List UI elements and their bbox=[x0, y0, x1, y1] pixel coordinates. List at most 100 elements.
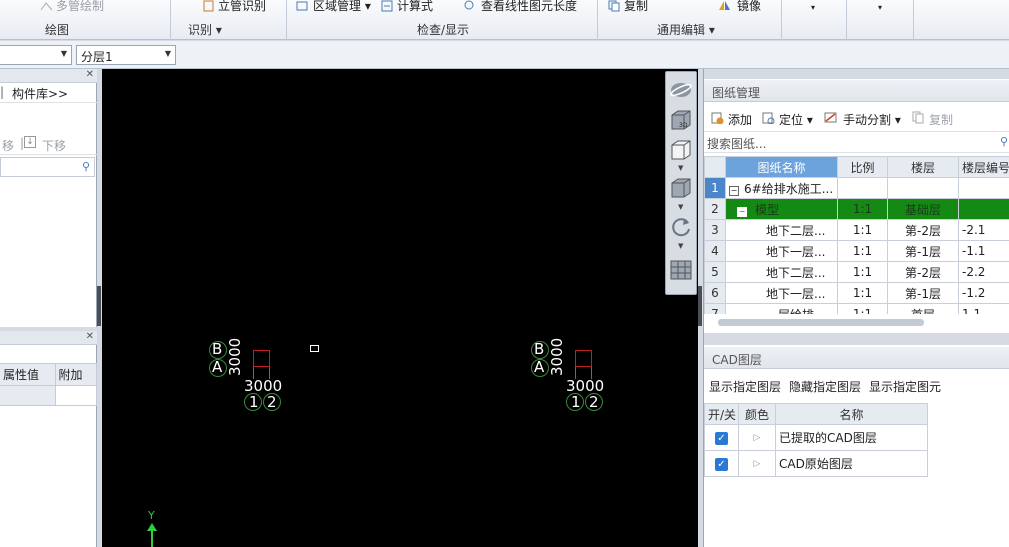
view-dropdown-icon[interactable]: ▼ bbox=[678, 164, 683, 172]
splitter-handle[interactable] bbox=[97, 286, 101, 326]
group-general-edit-dropdown[interactable]: 通用编辑 ▾ bbox=[657, 21, 715, 38]
layer-visible-checkbox[interactable]: ✓ bbox=[715, 432, 728, 445]
col-name: 名称 bbox=[775, 403, 928, 425]
left-search-input[interactable]: ⚲ bbox=[0, 157, 95, 177]
drawing-table-container: 图纸名称 比例 楼层 楼层编号 1 −6#给排水施工... 2 − 模型 1:1 … bbox=[704, 156, 1009, 314]
riser-identify-icon bbox=[203, 0, 214, 12]
view-length-icon bbox=[464, 0, 474, 10]
combo-toolbar: ▼ 分层1 ▼ bbox=[0, 41, 1009, 69]
axis-label-a: A bbox=[212, 358, 223, 376]
copy-button[interactable]: 复制 bbox=[624, 0, 648, 14]
property-extra-header: 附加 bbox=[54, 363, 97, 386]
property-value-header: 属性值 bbox=[0, 363, 56, 386]
table-row[interactable]: 4 地下一层... 1:1 第-1层 -1.1 bbox=[704, 240, 1009, 262]
col-toggle: 开/关 bbox=[704, 403, 739, 425]
col-scale[interactable]: 比例 bbox=[837, 156, 888, 178]
cad-canvas[interactable]: B A 3000 3000 1 2 B A 3000 3000 1 2 Y bbox=[102, 69, 698, 547]
cursor-pick-box bbox=[310, 345, 319, 352]
add-drawing-button[interactable]: 添加 bbox=[728, 111, 752, 128]
ribbon-toolbar: 多管绘制 绘图 立管识别 识别 ▾ 区域管理 ▾ 计算式 查看线性图元长度 检查… bbox=[0, 0, 1009, 40]
ucs-axis-icon bbox=[147, 523, 157, 547]
floor-layer-select[interactable]: 分层1 ▼ bbox=[76, 45, 176, 65]
col-drawing-name[interactable]: 图纸名称 bbox=[725, 156, 838, 178]
group-identify-dropdown[interactable]: 识别 ▾ bbox=[188, 21, 222, 38]
region-manage-icon bbox=[296, 1, 308, 11]
column-outline bbox=[253, 350, 270, 367]
dimension-vertical: 3000 bbox=[548, 337, 566, 376]
collapse-toggle-icon[interactable]: − bbox=[737, 206, 747, 217]
component-type-select[interactable]: ▼ bbox=[0, 45, 72, 65]
mirror-button[interactable]: 镜像 bbox=[737, 0, 761, 14]
group-check-display-label: 检查/显示 bbox=[417, 23, 470, 37]
left-move-bar: 移 | ↓ 下移 bbox=[0, 133, 97, 155]
manual-split-dropdown[interactable]: 手动分割 ▾ bbox=[843, 111, 901, 128]
move-down-button[interactable]: 下移 bbox=[42, 137, 66, 154]
region-manage-dropdown[interactable]: 区域管理 ▾ bbox=[313, 0, 371, 14]
calc-formula-button[interactable]: 计算式 bbox=[397, 0, 433, 14]
col-color: 颜色 bbox=[738, 403, 776, 425]
calc-formula-icon bbox=[381, 0, 393, 12]
left-panel-header: ✕ bbox=[0, 69, 97, 83]
svg-text:3D: 3D bbox=[679, 122, 688, 129]
cad-layers-table: 开/关 颜色 名称 ✓ ▷ 已提取的CAD图层 ✓ ▷ CAD原始图层 bbox=[704, 403, 928, 477]
column-outline bbox=[575, 350, 592, 367]
arrow-down-icon: ↓ bbox=[24, 136, 36, 148]
axis-label-a: A bbox=[534, 358, 545, 376]
rotate-icon[interactable] bbox=[669, 215, 693, 239]
splitter-handle[interactable] bbox=[698, 286, 702, 326]
view-linear-length-button[interactable]: 查看线性图元长度 bbox=[481, 0, 577, 14]
multi-pipe-draw-button[interactable]: 多管绘制 bbox=[56, 0, 104, 14]
table-row-selected[interactable]: 2 − 模型 1:1 基础层 bbox=[704, 198, 1009, 220]
copy-drawing-button[interactable]: 复制 bbox=[929, 111, 953, 128]
search-icon: ⚲ bbox=[999, 135, 1008, 148]
table-row[interactable]: 7 一层给排... 1:1 首层 1.1 bbox=[704, 303, 1009, 314]
riser-identify-button[interactable]: 立管识别 bbox=[218, 0, 266, 14]
rotate-dropdown-icon[interactable]: ▼ bbox=[678, 242, 683, 250]
copy-drawing-icon bbox=[912, 111, 924, 124]
table-row[interactable]: 1 −6#给排水施工... bbox=[704, 177, 1009, 199]
collapse-toggle-icon[interactable]: − bbox=[729, 185, 739, 196]
orbit-icon[interactable] bbox=[669, 78, 693, 102]
multi-pipe-icon bbox=[40, 2, 53, 11]
left-panel: ✕ | 构件库>> 移 | ↓ 下移 ⚲ ✕ 属性值 附加 bbox=[0, 69, 97, 547]
show-layer-button[interactable]: 显示指定图层 bbox=[709, 378, 781, 395]
layer-row[interactable]: ✓ ▷ CAD原始图层 bbox=[704, 450, 928, 477]
hide-layer-button[interactable]: 隐藏指定图层 bbox=[789, 378, 861, 395]
layer-row[interactable]: ✓ ▷ 已提取的CAD图层 bbox=[704, 424, 928, 451]
show-element-button[interactable]: 显示指定图元 bbox=[869, 378, 941, 395]
move-up-button[interactable]: 移 bbox=[2, 137, 14, 154]
search-icon: ⚲ bbox=[81, 160, 90, 173]
view-top-icon[interactable] bbox=[669, 138, 693, 162]
table-row[interactable]: 6 地下一层... 1:1 第-1层 -1.2 bbox=[704, 282, 1009, 304]
table-row[interactable]: 3 地下二层... 1:1 第-2层 -2.1 bbox=[704, 219, 1009, 241]
view-cube-dropdown-icon[interactable]: ▼ bbox=[678, 203, 683, 211]
ribbon-more-dropdown-2[interactable]: ▾ bbox=[878, 3, 882, 12]
ribbon-more-dropdown-1[interactable]: ▾ bbox=[811, 3, 815, 12]
table-row[interactable]: 5 地下二层... 1:1 第-2层 -2.2 bbox=[704, 261, 1009, 283]
axis-label-1: 1 bbox=[249, 393, 259, 411]
grid-view-icon[interactable] bbox=[669, 258, 693, 282]
close-icon[interactable]: ✕ bbox=[86, 331, 94, 342]
close-icon[interactable]: ✕ bbox=[86, 69, 94, 80]
axis-label-2: 2 bbox=[589, 393, 599, 411]
copy-icon bbox=[608, 0, 620, 12]
view-3d-icon[interactable]: 3D bbox=[669, 108, 693, 132]
drawing-search-input[interactable]: 搜索图纸... ⚲ bbox=[704, 131, 1009, 153]
component-library-link[interactable]: 构件库>> bbox=[12, 85, 68, 102]
locate-dropdown[interactable]: 定位 ▾ bbox=[779, 111, 813, 128]
col-floor[interactable]: 楼层 bbox=[887, 156, 959, 178]
axis-label-b: B bbox=[534, 340, 545, 358]
drawing-table: 图纸名称 比例 楼层 楼层编号 1 −6#给排水施工... 2 − 模型 1:1 … bbox=[704, 156, 1009, 314]
col-floor-no[interactable]: 楼层编号 bbox=[958, 156, 1009, 178]
cad-layers-title: CAD图层 bbox=[704, 347, 1009, 369]
layer-visible-checkbox[interactable]: ✓ bbox=[715, 458, 728, 471]
view-cube-icon[interactable] bbox=[669, 176, 693, 200]
drawing-mgmt-title: 图纸管理 bbox=[704, 80, 1009, 102]
expand-icon[interactable]: ▷ bbox=[738, 424, 776, 451]
right-panel: 图纸管理 添加 定位 ▾ 手动分割 ▾ 复制 搜索图纸... ⚲ 图纸名称 比例… bbox=[703, 69, 1009, 547]
expand-icon[interactable]: ▷ bbox=[738, 450, 776, 477]
axis-label-1: 1 bbox=[571, 393, 581, 411]
manual-split-icon bbox=[824, 112, 837, 123]
horizontal-scrollbar[interactable] bbox=[718, 319, 924, 326]
left-toolbar: | 构件库>> bbox=[0, 83, 97, 103]
